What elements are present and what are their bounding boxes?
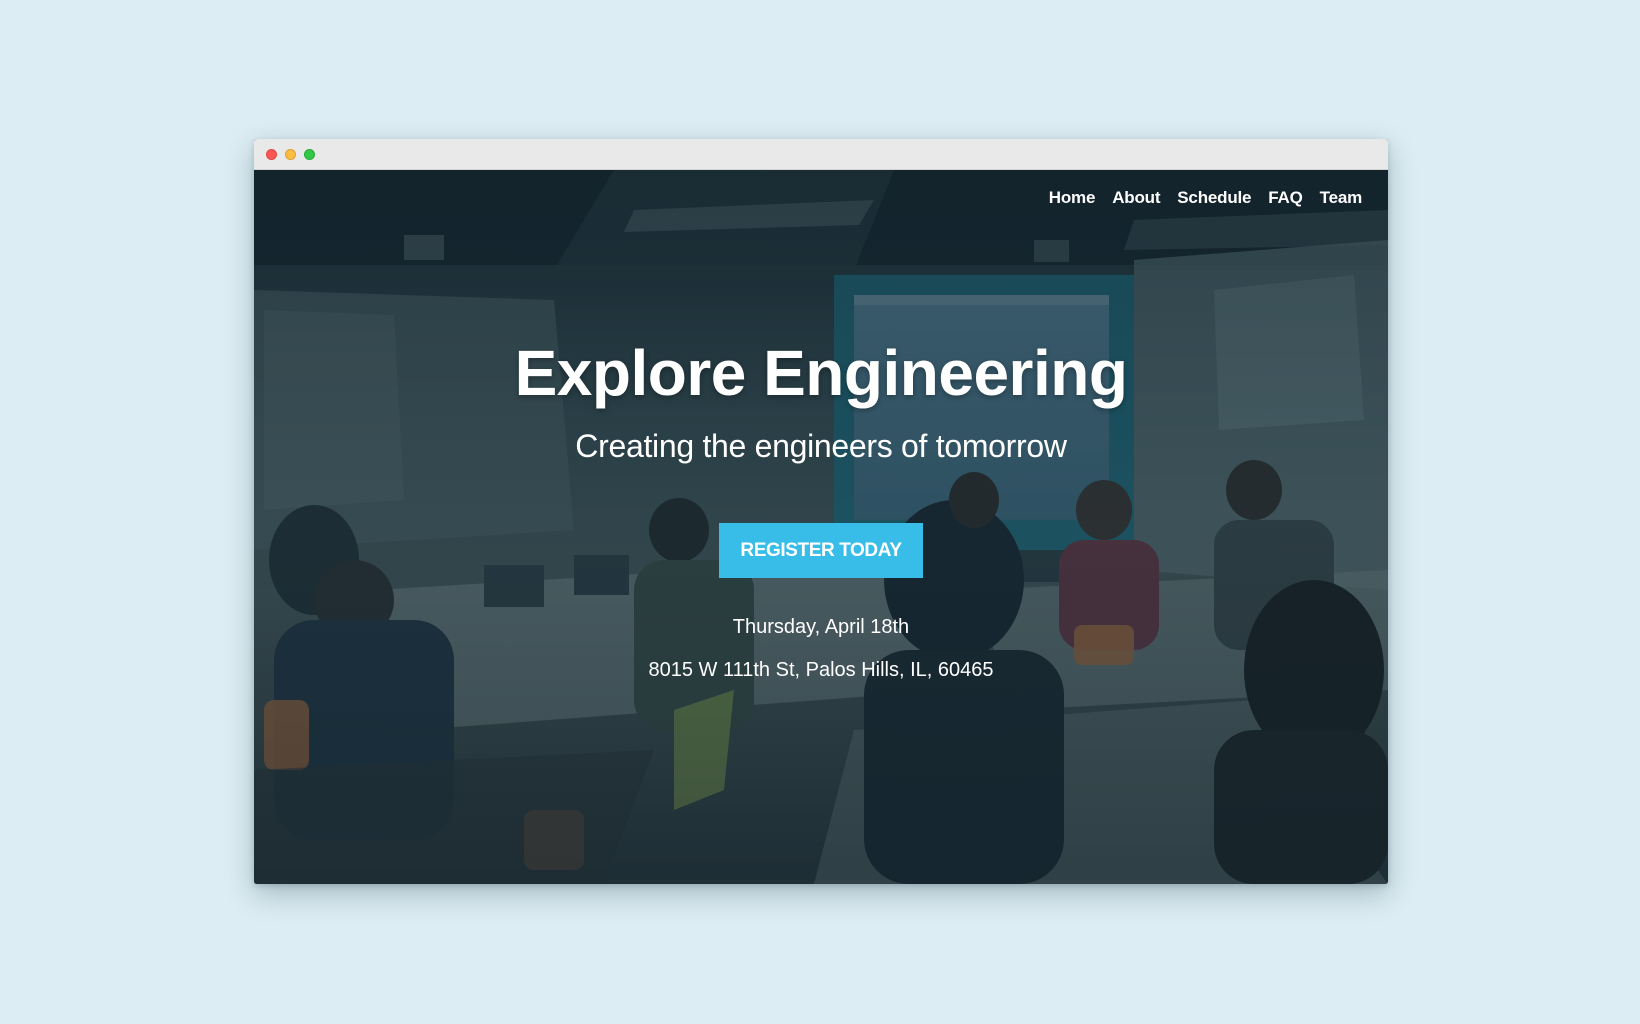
nav-about-link[interactable]: About <box>1112 188 1160 208</box>
hero-title: Explore Engineering <box>514 337 1128 409</box>
minimize-window-button[interactable] <box>285 149 296 160</box>
main-nav: Home About Schedule FAQ Team <box>1049 188 1362 208</box>
nav-schedule-link[interactable]: Schedule <box>1177 188 1251 208</box>
nav-team-link[interactable]: Team <box>1320 188 1363 208</box>
register-today-button[interactable]: REGISTER TODAY <box>719 523 923 578</box>
nav-home-link[interactable]: Home <box>1049 188 1096 208</box>
browser-window: Home About Schedule FAQ Team Explore Eng… <box>254 139 1388 884</box>
event-date: Thursday, April 18th <box>732 616 910 638</box>
event-address: 8015 W 111th St, Palos Hills, IL, 60465 <box>648 659 994 681</box>
hero-subtitle: Creating the engineers of tomorrow <box>575 428 1067 464</box>
hero-section: Home About Schedule FAQ Team Explore Eng… <box>254 170 1388 884</box>
maximize-window-button[interactable] <box>304 149 315 160</box>
nav-faq-link[interactable]: FAQ <box>1268 188 1303 208</box>
close-window-button[interactable] <box>266 149 277 160</box>
window-title-bar <box>254 139 1388 170</box>
